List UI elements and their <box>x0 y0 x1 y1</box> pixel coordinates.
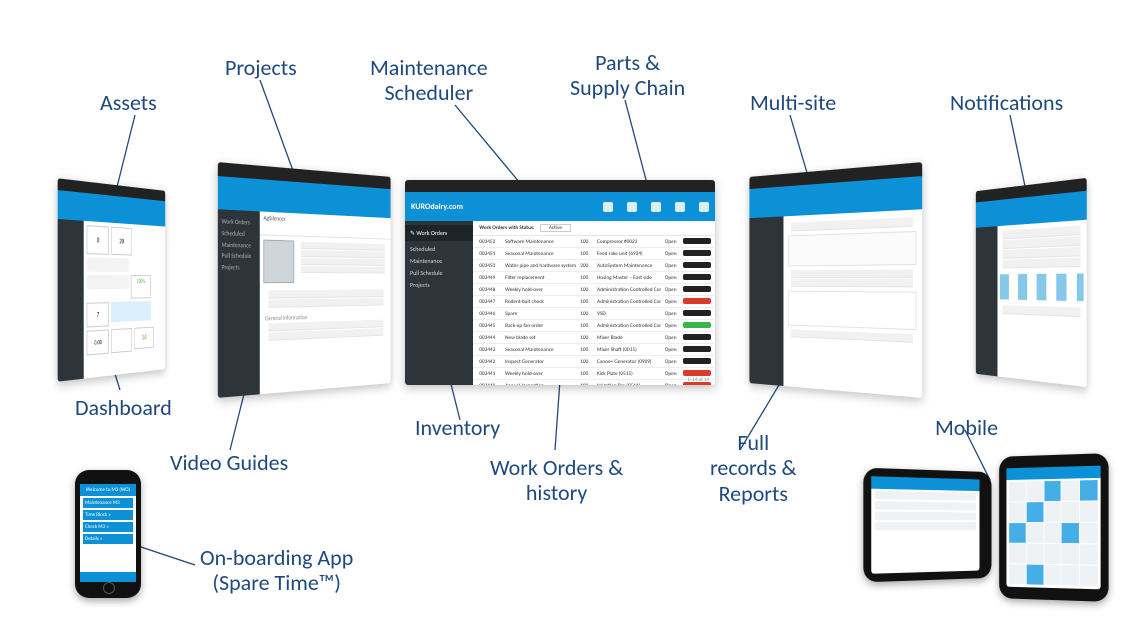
status-pill <box>683 370 711 376</box>
screenshot-work-orders: KUROdairy.com ✎ Work Orders Scheduled Ma… <box>405 180 715 385</box>
label-multisite: Multi-site <box>750 90 836 115</box>
tag-icon[interactable] <box>675 202 685 212</box>
table-row[interactable]: 003449Filter replacement100Hosing Master… <box>473 272 715 284</box>
label-projects: Projects <box>225 55 297 80</box>
truck-icon[interactable] <box>699 202 709 212</box>
status-pill <box>683 358 711 364</box>
label-video-guides: Video Guides <box>170 450 288 475</box>
table-row[interactable]: 003443Seasonal Maintenance100Mixer Shaft… <box>473 344 715 356</box>
tablet-left <box>863 468 991 583</box>
status-pill <box>683 286 711 292</box>
status-pill <box>683 298 711 304</box>
sidebar-item-pull[interactable]: Pull Schedule <box>410 267 468 279</box>
tablet-right <box>999 453 1108 602</box>
sidebar-item-scheduled[interactable]: Scheduled Maintenance <box>410 243 468 267</box>
home-icon[interactable] <box>603 202 613 212</box>
wrench-icon[interactable] <box>627 202 637 212</box>
status-filter[interactable]: Active <box>540 224 571 232</box>
phone-item[interactable]: Details » <box>83 534 133 544</box>
status-pill <box>683 310 711 316</box>
table-row[interactable]: 003447Rodent-bait check100Administration… <box>473 296 715 308</box>
label-notifications: Notifications <box>950 90 1063 115</box>
status-pill <box>683 274 711 280</box>
sidebar-item-projects[interactable]: Projects <box>410 279 468 291</box>
table-row[interactable]: 003445Back-up fan order100Administration… <box>473 320 715 332</box>
phone-title: Welcome to M3 (WO) <box>80 484 136 496</box>
phone-item[interactable]: Check M3 » <box>83 522 133 532</box>
phone-item[interactable]: Maintenance M3 <box>83 498 133 508</box>
status-pill <box>683 250 711 256</box>
table-row[interactable]: 003448Weekly hold-over100Administration … <box>473 284 715 296</box>
status-pill <box>683 346 711 352</box>
brand-text: KUROdairy.com <box>411 202 463 212</box>
phone-device: Welcome to M3 (WO) Maintenance M3 Time B… <box>75 470 141 598</box>
pager: 1–14 of 14 <box>687 377 709 383</box>
table-heading: Work Orders with Status: <box>479 225 534 231</box>
home-button-icon[interactable] <box>103 582 115 594</box>
table-row[interactable]: 003442Inspect Generator100Canoe+ Generat… <box>473 356 715 368</box>
label-mobile: Mobile <box>935 415 998 440</box>
screenshot-asset-detail: Work Orders Scheduled Maintenance Pull S… <box>218 162 391 398</box>
table-row[interactable]: 003446Spare100VSDOpenLow <box>473 308 715 320</box>
clipboard-icon[interactable] <box>651 202 661 212</box>
screenshot-scheduler <box>976 178 1087 387</box>
table-row[interactable]: 003451Seasonal Maintenance100Feed rake u… <box>473 248 715 260</box>
screenshot-records <box>749 162 922 398</box>
table-row[interactable]: 003444New blade set100Mixer BladeOpenHig… <box>473 332 715 344</box>
status-pill <box>683 334 711 340</box>
center-sidebar: ✎ Work Orders Scheduled Maintenance Pull… <box>405 221 473 297</box>
label-full-records: Full records & Reports <box>710 430 797 506</box>
table-row[interactable]: 003450Water pipe and hardware system200A… <box>473 260 715 272</box>
table-row[interactable]: 003441Weekly hold-over100Kick Plate (051… <box>473 368 715 380</box>
status-pill <box>683 238 711 244</box>
table-row[interactable]: 003452Software Maintenance100Compressor … <box>473 236 715 248</box>
phone-item[interactable]: Time Block » <box>83 510 133 520</box>
label-parts-supply: Parts & Supply Chain <box>570 50 685 101</box>
label-onboarding: On-boarding App (Spare Time™) <box>200 545 353 596</box>
label-dashboard: Dashboard <box>75 395 172 420</box>
status-pill <box>683 262 711 268</box>
sidebar: Work Orders Scheduled Maintenance Pull S… <box>218 209 260 280</box>
label-assets: Assets <box>100 90 157 115</box>
label-maintenance-scheduler: Maintenance Scheduler <box>370 55 488 106</box>
label-work-orders: Work Orders & history <box>490 455 623 506</box>
table-row[interactable]: 003440Annual Inspection100Irrigation Pro… <box>473 380 715 385</box>
sidebar-item-work-orders[interactable]: ✎ Work Orders <box>405 225 473 241</box>
label-inventory: Inventory <box>415 415 500 440</box>
status-pill <box>683 322 711 328</box>
screenshot-dashboard: 0 20 100% 7 0.00 14 <box>58 178 166 381</box>
